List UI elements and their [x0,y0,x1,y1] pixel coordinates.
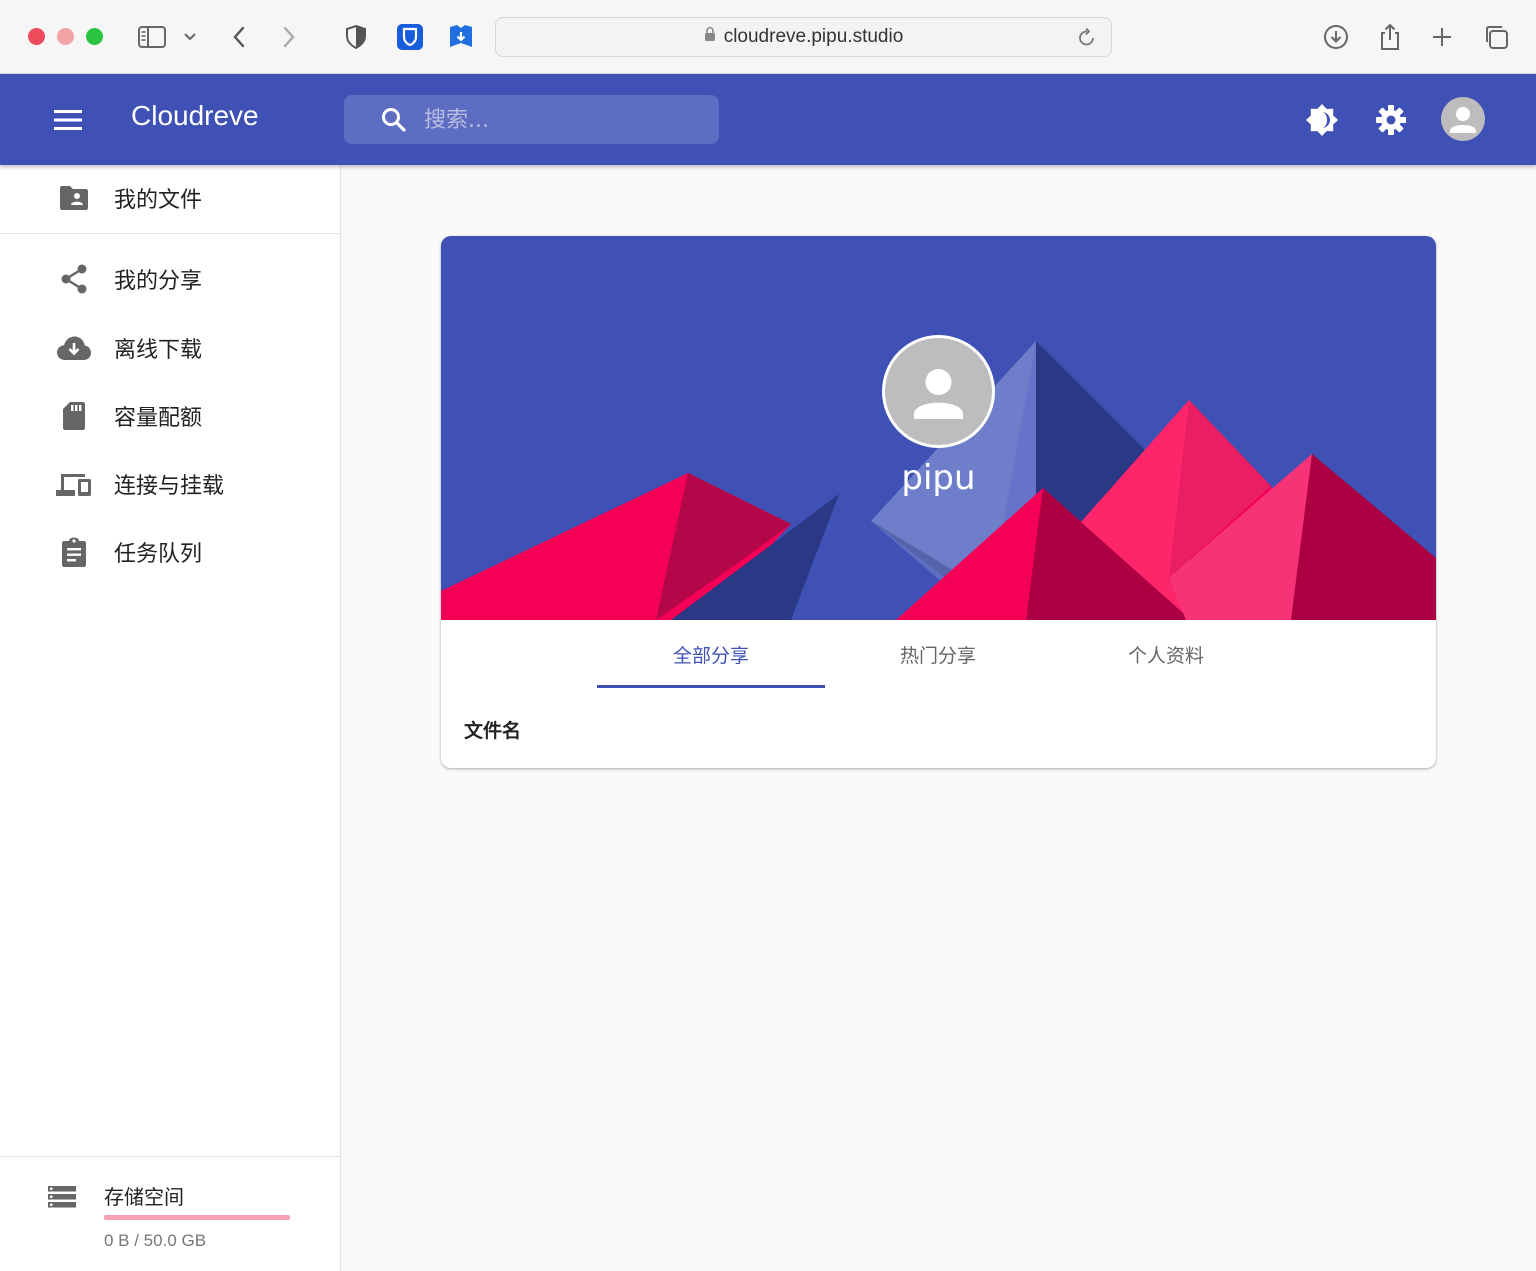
sidebar-divider [0,1156,340,1157]
storage-list-icon [46,1183,78,1216]
chevron-down-icon[interactable] [176,22,204,52]
maximize-window-button[interactable] [86,28,103,45]
profile-tabs: 全部分享 热门分享 个人资料 [441,620,1436,688]
app-bar: Cloudreve [0,74,1536,165]
sidebar-divider [0,233,340,234]
menu-icon[interactable] [50,102,86,138]
person-icon [914,369,963,419]
share-page-icon[interactable] [1375,22,1405,52]
storage-title: 存储空间 [104,1185,184,1209]
storage-usage-text: 0 B / 50.0 GB [104,1231,207,1250]
minimize-window-button[interactable] [57,28,74,45]
sidebar-item-task-queue[interactable]: 任务队列 [0,524,340,580]
share-icon [55,260,93,298]
sidebar-item-label: 任务队列 [114,542,203,567]
url-text: cloudreve.pipu.studio [723,26,904,47]
devices-icon [55,465,93,503]
bookmark-extension-icon[interactable] [446,22,476,52]
reload-icon[interactable] [1077,26,1097,54]
user-avatar-button[interactable] [1441,97,1485,141]
new-tab-icon[interactable] [1427,22,1457,52]
close-window-button[interactable] [28,28,45,45]
settings-gear-icon[interactable] [1371,100,1411,140]
sidebar-item-label: 连接与挂载 [114,474,225,499]
storage-progress-bar [104,1215,290,1220]
sidebar-item-storage-quota[interactable]: 容量配额 [0,388,340,444]
browser-toolbar: cloudreve.pipu.studio [0,0,1536,74]
back-icon[interactable] [224,22,254,52]
search-icon [380,106,408,139]
download-icon[interactable] [1321,22,1351,52]
sidebar-item-label: 我的文件 [114,188,203,213]
sidebar: 我的文件 我的分享 离线下载 容量配额 连接与挂载 任务队列 存储空间 0 B … [0,165,341,1271]
address-bar[interactable]: cloudreve.pipu.studio [495,17,1112,57]
forward-icon[interactable] [274,22,304,52]
profile-avatar [882,335,995,448]
active-tab-indicator [597,685,825,688]
tab-profile-info[interactable]: 个人资料 [1052,620,1280,688]
tab-overview-icon[interactable] [1481,22,1511,52]
profile-card: pipu 全部分享 热门分享 个人资料 文件名 [441,236,1436,768]
sidebar-item-my-files[interactable]: 我的文件 [0,170,340,226]
lock-icon [704,26,716,48]
profile-username: pipu [901,458,976,498]
theme-toggle-icon[interactable] [1302,100,1342,140]
cloud-download-icon [55,329,93,367]
search-input[interactable] [424,103,704,137]
search-box[interactable] [344,95,719,144]
folder-account-icon [55,179,93,217]
tab-popular-shares[interactable]: 热门分享 [824,620,1052,688]
password-manager-icon[interactable] [395,22,425,52]
sidebar-item-offline-download[interactable]: 离线下载 [0,320,340,376]
sidebar-toggle-icon[interactable] [137,22,167,52]
clipboard-list-icon [55,533,93,571]
sidebar-item-label: 离线下载 [114,338,203,363]
sd-card-icon [55,397,93,435]
shield-icon[interactable] [341,22,371,52]
sidebar-item-my-shares[interactable]: 我的分享 [0,251,340,307]
browser-window: cloudreve.pipu.studio Cloudreve 搜索... 我的… [0,0,1536,1271]
sidebar-item-label: 容量配额 [114,406,203,431]
sidebar-item-label: 我的分享 [114,269,203,294]
sidebar-item-connect-mount[interactable]: 连接与挂载 [0,456,340,512]
column-header-filename[interactable]: 文件名 [464,716,521,743]
app-title: Cloudreve [131,100,259,131]
tab-all-shares[interactable]: 全部分享 [597,620,825,688]
person-icon [1450,107,1476,133]
